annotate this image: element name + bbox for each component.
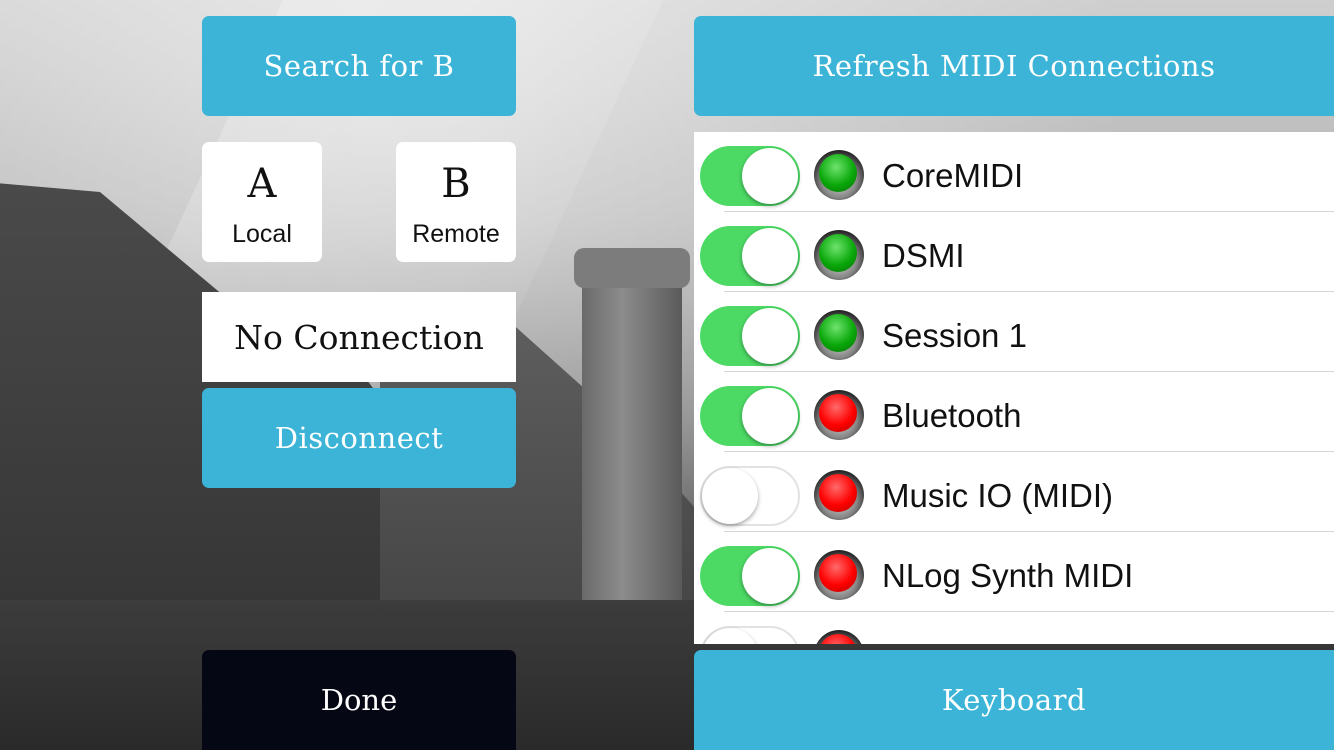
red-status-light-icon <box>814 470 864 520</box>
red-status-light-icon <box>814 390 864 440</box>
local-peer-card[interactable]: A Local <box>202 142 322 262</box>
toggle-knob <box>702 468 758 524</box>
green-status-light-icon <box>814 230 864 280</box>
done-button[interactable]: Done <box>202 650 516 750</box>
midi-connection-row: DSMI <box>694 212 1334 292</box>
remote-peer-card[interactable]: B Remote <box>396 142 516 262</box>
peer-a-letter: A <box>247 161 277 207</box>
midi-toggle-switch[interactable] <box>700 626 800 644</box>
peer-b-label: Remote <box>412 220 500 248</box>
midi-connection-list[interactable]: CoreMIDI DSMI Session 1 Bluetooth Music IO (… <box>694 132 1334 644</box>
toggle-knob <box>702 628 758 644</box>
red-status-light-icon <box>814 550 864 600</box>
red-status-light-icon <box>814 630 864 644</box>
toggle-knob <box>742 548 798 604</box>
toggle-knob <box>742 228 798 284</box>
midi-toggle-switch[interactable] <box>700 146 800 206</box>
refresh-midi-button[interactable]: Refresh MIDI Connections <box>694 16 1334 116</box>
green-status-light-icon <box>814 150 864 200</box>
green-status-light-icon <box>814 310 864 360</box>
disconnect-button[interactable]: Disconnect <box>202 388 516 488</box>
peer-a-label: Local <box>232 220 292 248</box>
search-button[interactable]: Search for B <box>202 16 516 116</box>
keyboard-button[interactable]: Keyboard <box>694 650 1334 750</box>
midi-connection-row: CoreMIDI <box>694 132 1334 212</box>
midi-toggle-switch[interactable] <box>700 546 800 606</box>
connection-status: No Connection <box>202 292 516 382</box>
midi-connection-label: DSMI <box>882 237 965 274</box>
midi-connection-label: CoreMIDI <box>882 157 1024 194</box>
toggle-knob <box>742 148 798 204</box>
midi-toggle-switch[interactable] <box>700 466 800 526</box>
midi-connection-label: Music IO (MIDI) <box>882 477 1113 514</box>
midi-connection-row: Bluetooth <box>694 372 1334 452</box>
midi-toggle-switch[interactable] <box>700 306 800 366</box>
midi-connection-row: Music IO (MIDI) <box>694 452 1334 532</box>
toggle-knob <box>742 308 798 364</box>
midi-connection-row: Session 1 <box>694 292 1334 372</box>
midi-connection-row <box>694 612 1334 644</box>
midi-connection-label: Bluetooth <box>882 397 1022 434</box>
midi-connection-label: NLog Synth MIDI <box>882 557 1134 594</box>
midi-connection-label: Session 1 <box>882 317 1027 354</box>
toggle-knob <box>742 388 798 444</box>
midi-connection-row: NLog Synth MIDI <box>694 532 1334 612</box>
midi-toggle-switch[interactable] <box>700 226 800 286</box>
midi-toggle-switch[interactable] <box>700 386 800 446</box>
peer-b-letter: B <box>441 161 471 207</box>
